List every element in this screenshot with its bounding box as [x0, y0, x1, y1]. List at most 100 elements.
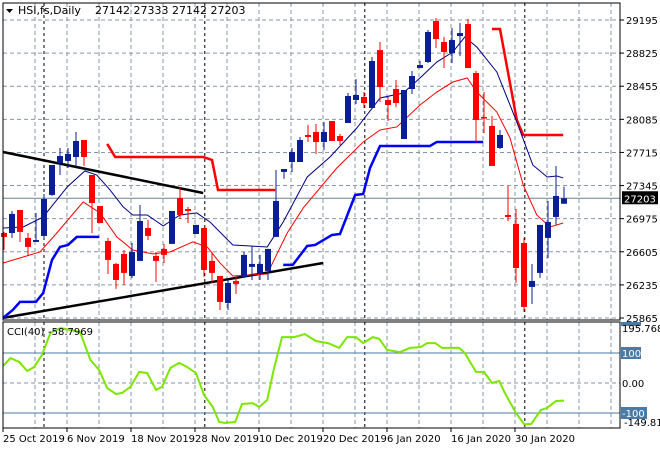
candle-body — [489, 125, 495, 166]
bearish-candle — [513, 209, 519, 283]
candle-body — [169, 210, 175, 244]
price-tick-label: 26235 — [626, 281, 658, 292]
bearish-candle — [145, 219, 151, 240]
bullish-candle — [169, 210, 175, 244]
candle-body — [329, 121, 335, 141]
date-tick-label: 6 Jan 2020 — [387, 434, 441, 445]
candle-body — [337, 135, 343, 141]
bearish-candle — [433, 18, 439, 49]
collapse-triangle-icon[interactable] — [6, 9, 13, 13]
bearish-candle — [505, 186, 511, 221]
cci-level-label: 100 — [622, 349, 641, 360]
candle-body — [513, 223, 519, 268]
candle-body — [25, 237, 31, 247]
candle-body — [185, 209, 191, 211]
candle-body — [473, 72, 479, 120]
candle-body — [441, 42, 447, 53]
bearish-candle — [17, 209, 23, 242]
candle-body — [105, 240, 111, 260]
candle-body — [481, 117, 487, 119]
date-tick-label: 6 Nov 2019 — [67, 434, 125, 445]
bearish-candle — [177, 186, 183, 219]
candle-body — [233, 280, 239, 284]
candle-body — [417, 65, 423, 69]
candle-body — [465, 24, 471, 69]
bearish-candle — [441, 37, 447, 69]
bearish-candle — [97, 205, 103, 223]
cci-max-label: 195.7682 — [622, 324, 660, 335]
candle-body — [265, 248, 271, 271]
candle-body — [545, 221, 551, 238]
candle-body — [561, 198, 567, 204]
grid — [3, 3, 620, 428]
bearish-candle — [81, 140, 87, 166]
price-panel-frame — [2, 2, 621, 321]
hsi-daily-chart[interactable]: 29195 28825 28455 28085 27715 27345 26975 26605… — [0, 0, 660, 450]
bearish-candle — [521, 237, 527, 312]
candle-body — [313, 131, 319, 142]
bearish-candle — [185, 206, 191, 223]
slow-moving-average — [3, 77, 564, 277]
bearish-candle — [313, 123, 319, 154]
candle-body — [257, 263, 263, 274]
candle-body — [49, 164, 55, 195]
candle-body — [17, 209, 23, 232]
candle-body — [121, 253, 127, 273]
price-tick-label: 27715 — [626, 148, 658, 159]
date-tick-label: 10 Dec 2019 — [259, 434, 323, 445]
candle-body — [153, 255, 159, 261]
bullish-candle — [225, 278, 231, 310]
candle-body — [33, 239, 39, 242]
cci-value: -58.7969 — [48, 327, 93, 338]
candle-body — [225, 282, 231, 303]
candle-body — [289, 151, 295, 163]
bearish-candle — [1, 231, 7, 250]
bearish-candle — [329, 121, 335, 141]
candle-body — [145, 227, 151, 236]
bearish-candle — [153, 251, 159, 282]
date-tick-label: 18 Nov 2019 — [131, 434, 195, 445]
bullish-candle — [449, 28, 455, 64]
bullish-candle — [73, 131, 79, 167]
candle-body — [89, 174, 95, 204]
cci-min-label: -149.813 — [624, 418, 660, 429]
bearish-candle — [201, 227, 207, 277]
bearish-candle — [209, 251, 215, 283]
bullish-candle — [353, 78, 359, 105]
bearish-candle — [481, 92, 487, 134]
bullish-candle — [49, 164, 55, 196]
current-price-label: 27203 — [624, 194, 656, 205]
candle-body — [177, 197, 183, 215]
candle-body — [369, 60, 375, 108]
bearish-candle — [25, 232, 31, 256]
bearish-candle — [385, 96, 391, 122]
cci-title: CCI(40) — [7, 327, 45, 338]
candle-body — [9, 213, 15, 233]
candle-body — [345, 95, 351, 124]
symbol-title: HSI,fs,Daily — [18, 4, 81, 17]
bullish-candle — [457, 23, 463, 57]
candle-body — [409, 76, 415, 89]
bullish-candle — [297, 136, 303, 163]
ohlc-readout: 27142 27333 27142 27203 — [95, 4, 245, 17]
bearish-candle — [393, 80, 399, 107]
cci-line — [2, 327, 565, 426]
bullish-candle — [561, 186, 567, 204]
candle-body — [241, 254, 247, 277]
bearish-candle — [465, 19, 471, 69]
bullish-candle — [193, 224, 199, 234]
candle-body — [529, 280, 535, 287]
price-tick-label: 29195 — [626, 16, 658, 27]
bearish-candle — [105, 237, 111, 274]
candle-body — [393, 88, 399, 104]
cci-panel — [2, 327, 620, 426]
bearish-candle — [217, 275, 223, 310]
bullish-candle — [553, 165, 559, 225]
price-tick-label: 28455 — [626, 82, 658, 93]
bullish-candle — [9, 210, 15, 238]
support-stop-line — [2, 235, 100, 319]
price-tick-label: 26975 — [626, 215, 658, 226]
candle-body — [377, 50, 383, 88]
candle-body — [281, 169, 287, 172]
bullish-candle — [497, 129, 503, 149]
